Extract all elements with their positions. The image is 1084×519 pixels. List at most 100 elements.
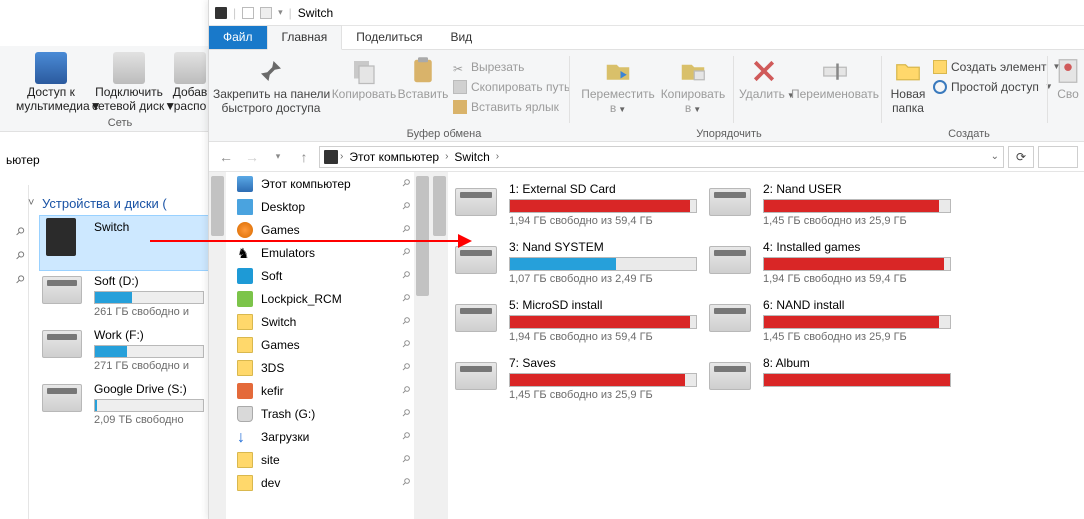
up-button[interactable]: ↑ — [293, 146, 315, 168]
new-folder-button[interactable]: Новая папка — [887, 52, 929, 116]
pin-icon: ⚲ — [399, 476, 412, 489]
pin-quickaccess-button[interactable]: Закрепить на панели быстрого доступа — [213, 52, 329, 116]
window-title: Switch — [298, 6, 333, 20]
sidebar-item[interactable]: Загрузки⚲ — [227, 425, 413, 448]
scrollbar[interactable] — [414, 172, 431, 519]
pin-icon: ⚲ — [399, 292, 412, 305]
drive-item[interactable]: 7: Saves1,45 ГБ свободно из 25,9 ГБ — [455, 356, 705, 404]
scissors-icon: ✂ — [453, 60, 467, 74]
copy-path-button[interactable]: Скопировать путь — [453, 78, 570, 96]
paste-label: Вставить — [398, 87, 449, 101]
copy-to-icon — [678, 56, 708, 86]
sidebar-item[interactable]: Switch⚲ — [227, 310, 413, 333]
cut-button[interactable]: ✂ Вырезать — [453, 58, 524, 76]
sidebar-item-label: Games — [261, 338, 300, 352]
sidebar-item[interactable]: site⚲ — [227, 448, 413, 471]
drive-item[interactable]: 5: MicroSD install1,94 ГБ свободно из 59… — [455, 298, 705, 346]
media-access-button[interactable]: Доступ к мультимедиа▼ — [16, 52, 86, 114]
drive-item[interactable]: Work (F:)271 ГБ свободно и — [40, 324, 215, 378]
tab-home[interactable]: Главная — [267, 25, 343, 50]
sidebar-item[interactable]: dev⚲ — [227, 471, 413, 494]
easy-access-button[interactable]: Простой доступ▼ — [933, 78, 1053, 96]
pin-icon: ⚲ — [13, 224, 28, 239]
refresh-button[interactable]: ⟳ — [1008, 146, 1034, 168]
pin-icon: ⚲ — [399, 453, 412, 466]
chevron-right-icon[interactable]: › — [496, 151, 499, 162]
sidebar: Этот компьютер⚲Desktop⚲Games⚲Emulators⚲S… — [209, 172, 431, 519]
drive-item[interactable]: 3: Nand SYSTEM1,07 ГБ свободно из 2,49 Г… — [455, 240, 705, 288]
forward-button[interactable]: → — [241, 146, 263, 168]
qat-button[interactable] — [260, 7, 272, 19]
map-drive-button[interactable]: Подключить сетевой диск▼ — [92, 52, 166, 114]
pin-icon: ⚲ — [399, 177, 412, 190]
scrollbar[interactable] — [209, 172, 226, 519]
sidebar-item[interactable]: 3DS⚲ — [227, 356, 413, 379]
properties-icon — [1053, 56, 1083, 86]
drive-item[interactable]: Switch — [40, 216, 215, 270]
tab-share[interactable]: Поделиться — [342, 26, 436, 49]
drive-name: Soft (D:) — [94, 270, 215, 288]
new-item-button[interactable]: Создать элемент▼ — [933, 58, 1060, 76]
drive-name: 6: NAND install — [763, 298, 959, 312]
devices-section-header[interactable]: Устройства и диски ( — [42, 196, 167, 211]
address-dropdown[interactable]: ⌄ — [991, 151, 999, 162]
sidebar-item[interactable]: Emulators⚲ — [227, 241, 413, 264]
scrollbar[interactable] — [431, 172, 448, 519]
tab-file[interactable]: Файл — [209, 26, 267, 49]
delete-button[interactable]: Удалить▼ — [739, 52, 789, 102]
capacity-bar — [509, 257, 697, 271]
back-button[interactable]: ← — [215, 146, 237, 168]
pin-icon: ⚲ — [399, 223, 412, 236]
paste-button[interactable]: Вставить — [397, 52, 449, 102]
rename-button[interactable]: Переименовать — [791, 52, 879, 102]
sidebar-item[interactable]: Lockpick_RCM⚲ — [227, 287, 413, 310]
drive-freespace: 1,45 ГБ свободно из 25,9 ГБ — [509, 389, 705, 401]
chevron-right-icon[interactable]: › — [445, 151, 448, 162]
drive-item[interactable]: 8: Album — [709, 356, 959, 404]
sidebar-item[interactable]: Soft⚲ — [227, 264, 413, 287]
copy-to-button[interactable]: Копировать в▼ — [657, 52, 729, 116]
sidebar-item[interactable]: Games⚲ — [227, 333, 413, 356]
capacity-bar — [94, 399, 204, 412]
drive-item[interactable]: 4: Installed games1,94 ГБ свободно из 59… — [709, 240, 959, 288]
drive-freespace: 261 ГБ свободно и — [94, 306, 215, 318]
sidebar-item[interactable]: Trash (G:)⚲ — [227, 402, 413, 425]
paste-shortcut-button[interactable]: Вставить ярлык — [453, 98, 559, 116]
search-box[interactable] — [1038, 146, 1078, 168]
drive-icon — [42, 276, 82, 304]
drive-item[interactable]: Google Drive (S:)2,09 ТБ свободно — [40, 378, 215, 432]
qat-button[interactable] — [242, 7, 254, 19]
sidebar-item-label: Trash (G:) — [261, 407, 315, 421]
shortcut-icon — [453, 100, 467, 114]
copy-button[interactable]: Копировать — [331, 52, 397, 102]
sidebar-item-label: Desktop — [261, 200, 305, 214]
i-folder-icon — [237, 337, 253, 353]
ribbon-tabs: Файл Главная Поделиться Вид — [209, 26, 1084, 50]
drive-item[interactable]: Soft (D:) 261 ГБ свободно и — [40, 270, 215, 324]
sidebar-item[interactable]: Desktop⚲ — [227, 195, 413, 218]
ribbon-separator — [881, 56, 882, 123]
annotation-arrow — [150, 240, 470, 242]
address-bar[interactable]: › Этот компьютер › Switch › ⌄ — [319, 146, 1004, 168]
delete-label: Удалить — [739, 87, 785, 101]
sidebar-item[interactable]: Этот компьютер⚲ — [227, 172, 413, 195]
drive-item[interactable]: 2: Nand USER1,45 ГБ свободно из 25,9 ГБ — [709, 182, 959, 230]
breadcrumb-root[interactable]: Этот компьютер — [345, 150, 443, 164]
move-to-button[interactable]: Переместить в▼ — [579, 52, 657, 116]
chevron-right-icon[interactable]: › — [340, 151, 343, 162]
sidebar-item[interactable]: Games⚲ — [227, 218, 413, 241]
qat-dropdown[interactable]: ▾ — [278, 7, 283, 18]
sidebar-item-label: Загрузки — [261, 430, 309, 444]
drive-item[interactable]: 1: External SD Card1,94 ГБ свободно из 5… — [455, 182, 705, 230]
history-dropdown[interactable]: ▾ — [267, 146, 289, 168]
breadcrumb-leaf[interactable]: Switch — [450, 150, 493, 164]
i-game-icon — [237, 222, 253, 238]
sidebar-item[interactable]: kefir⚲ — [227, 379, 413, 402]
drive-name: 1: External SD Card — [509, 182, 705, 196]
tab-view[interactable]: Вид — [436, 26, 486, 49]
add-location-button[interactable]: Добав распо — [170, 52, 210, 114]
drive-item[interactable]: 6: NAND install1,45 ГБ свободно из 25,9 … — [709, 298, 959, 346]
properties-button[interactable]: Сво — [1053, 52, 1083, 102]
i-folder-icon — [237, 475, 253, 491]
sidebar-item-label: Soft — [261, 269, 282, 283]
